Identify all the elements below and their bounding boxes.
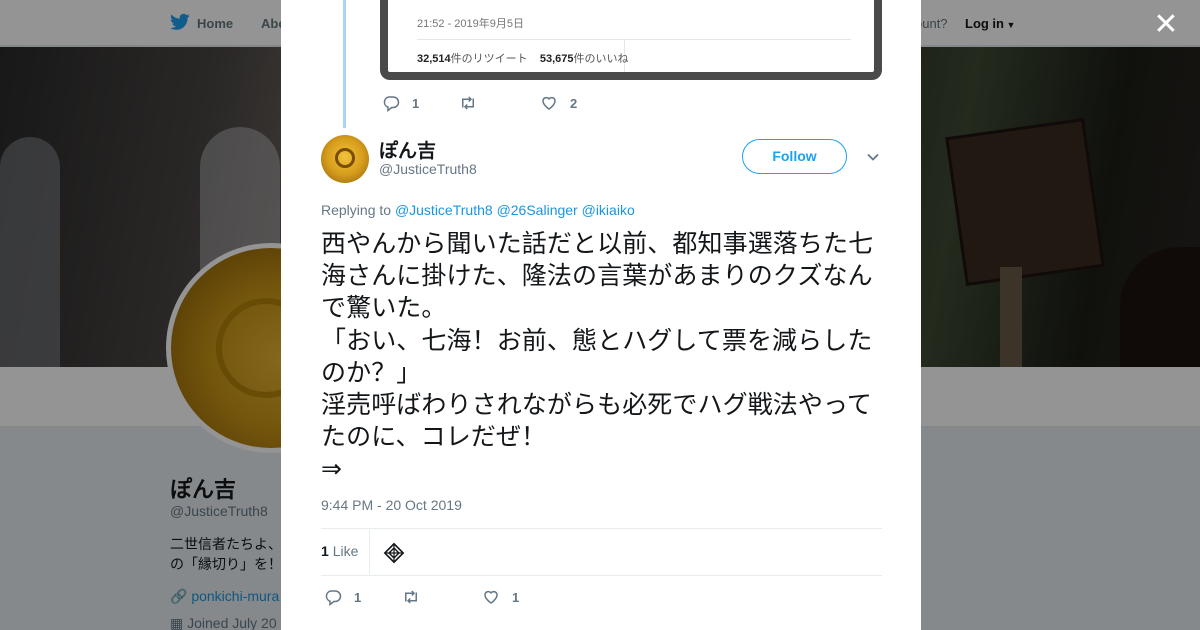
- retweet-button[interactable]: [459, 94, 540, 112]
- quoted-retweet-label: 件のリツイート: [450, 53, 528, 65]
- retweet-button[interactable]: [402, 588, 482, 606]
- mention-link[interactable]: @26Salinger: [497, 202, 578, 218]
- like-stat-count: 1: [321, 543, 329, 559]
- heart-icon: [484, 590, 498, 604]
- follow-button[interactable]: Follow: [742, 139, 847, 174]
- replying-to-label: Replying to: [321, 202, 392, 218]
- reply-icon: [325, 590, 342, 606]
- thread-connector-line: [343, 0, 346, 128]
- author-avatar[interactable]: [321, 135, 369, 183]
- chevron-down-icon[interactable]: [866, 150, 880, 164]
- mention-link[interactable]: @JusticeTruth8: [395, 202, 493, 218]
- close-icon[interactable]: ✕: [1152, 10, 1180, 40]
- tweet-like-stats[interactable]: 1 Like: [321, 543, 358, 559]
- reply-button[interactable]: 1: [324, 588, 402, 606]
- reply-count: 1: [412, 95, 420, 111]
- replying-to: Replying to @JusticeTruth8 @26Salinger @…: [321, 202, 635, 218]
- tweet-permalink-modal: 21:52 - 2019年9月5日 32,514件のリツイート 53,675件の…: [281, 0, 921, 630]
- retweet-icon: [462, 96, 474, 110]
- divider: [321, 575, 882, 576]
- like-button[interactable]: 2: [540, 94, 577, 112]
- quoted-timestamp: 21:52 - 2019年9月5日: [417, 18, 525, 30]
- divider: [369, 529, 370, 575]
- tweet-text: 西やんから聞いた話だと以前、都知事選落ちた七海さんに掛けた、隆法の言葉があまりの…: [321, 229, 874, 484]
- liker-avatar[interactable]: [382, 541, 406, 565]
- reply-button[interactable]: 1: [382, 94, 459, 112]
- divider: [417, 39, 851, 40]
- tweet-actions: 1 1: [324, 587, 519, 607]
- mention-link[interactable]: @ikiaiko: [582, 202, 635, 218]
- quoted-retweet-count: 32,514: [417, 53, 451, 65]
- author-name[interactable]: ぽん吉: [379, 136, 436, 163]
- quoted-screenshot-card[interactable]: 21:52 - 2019年9月5日 32,514件のリツイート 53,675件の…: [380, 0, 882, 80]
- like-count: 1: [512, 589, 520, 605]
- quoted-stats: 32,514件のリツイート 53,675件のいいね: [417, 50, 629, 66]
- reply-count: 1: [354, 589, 362, 605]
- divider: [321, 528, 882, 529]
- retweet-icon: [405, 590, 417, 604]
- parent-tweet-actions: 1 2: [382, 93, 577, 113]
- like-count: 2: [570, 95, 578, 111]
- tweet-timestamp[interactable]: 9:44 PM - 20 Oct 2019: [321, 497, 462, 513]
- quoted-like-count: 53,675: [539, 53, 574, 65]
- quoted-like-label: 件のいいね: [573, 53, 629, 65]
- reply-icon: [383, 96, 400, 112]
- like-stat-label: Like: [332, 543, 359, 559]
- like-button[interactable]: 1: [482, 588, 519, 606]
- heart-icon: [542, 96, 556, 110]
- author-handle[interactable]: @JusticeTruth8: [379, 161, 477, 177]
